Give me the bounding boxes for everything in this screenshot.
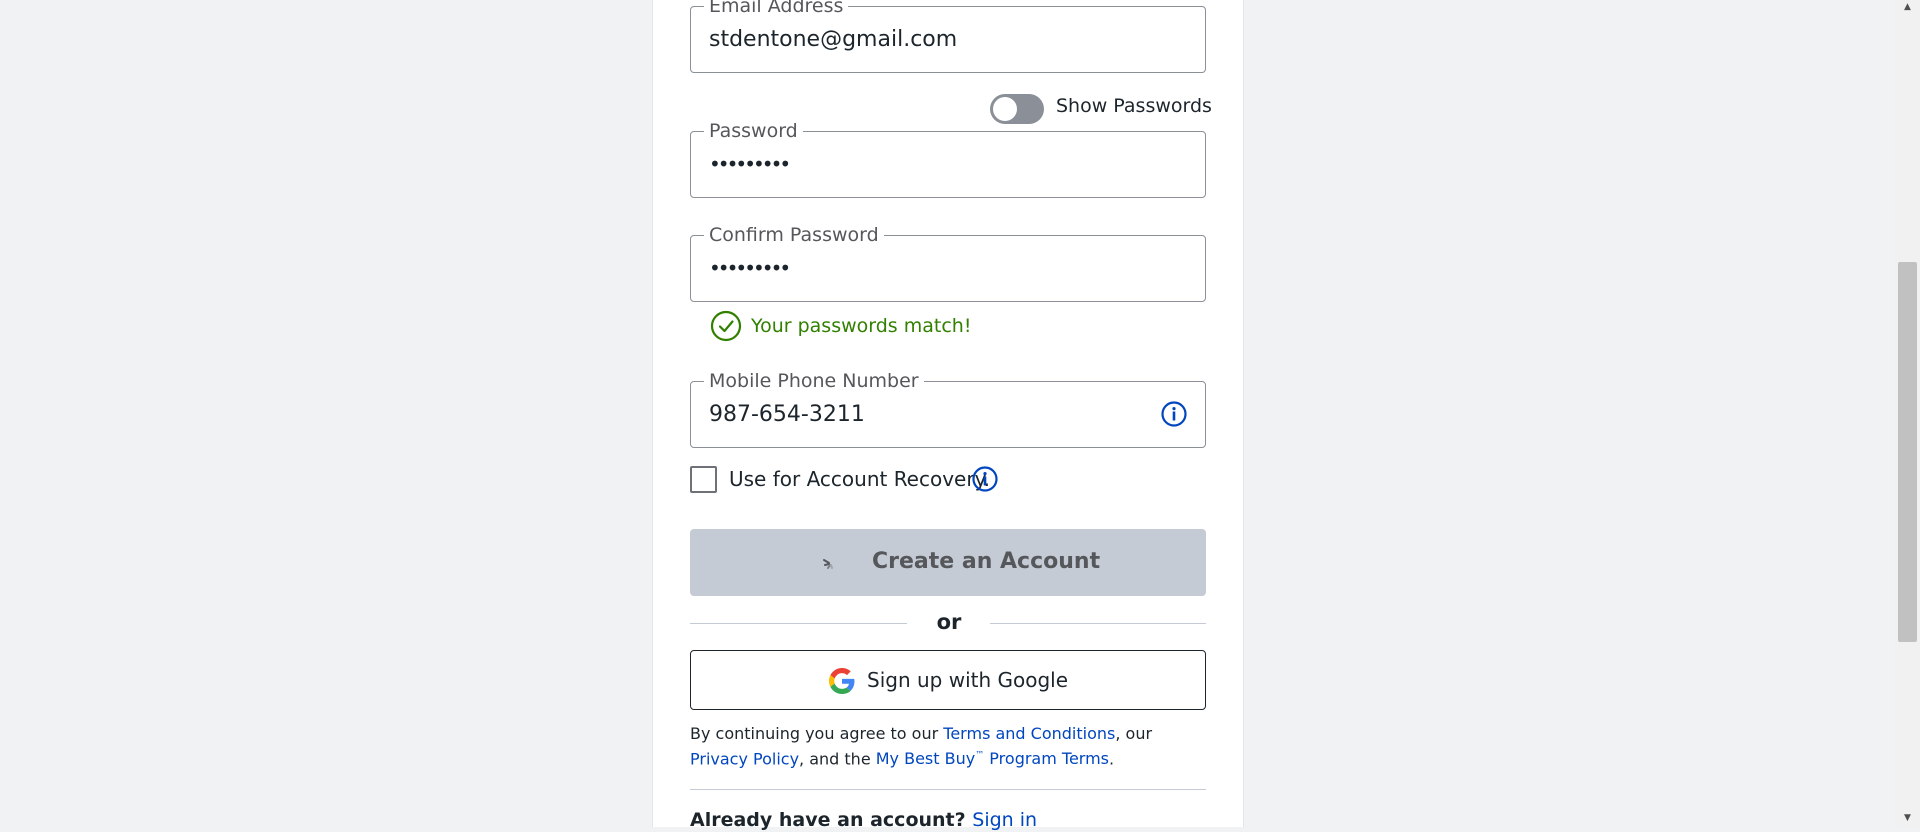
- show-passwords-label: Show Passwords: [1056, 95, 1212, 117]
- sign-up-with-google-button[interactable]: Sign up with Google: [690, 650, 1206, 710]
- terms-mid1: , our: [1115, 724, 1153, 743]
- terms-text: By continuing you agree to our Terms and…: [690, 723, 1210, 770]
- match-text: Your passwords match!: [751, 315, 972, 337]
- info-icon[interactable]: [1161, 401, 1187, 427]
- password-value: •••••••••: [709, 152, 791, 176]
- scrollbar-thumb[interactable]: [1898, 262, 1917, 642]
- email-label: Email Address: [704, 0, 849, 18]
- already-text: Already have an account?: [690, 809, 973, 831]
- info-icon[interactable]: [972, 466, 998, 492]
- confirm-password-value: •••••••••: [709, 256, 791, 280]
- account-recovery-label: Use for Account Recovery.: [729, 467, 990, 491]
- loading-spinner-icon: [823, 559, 833, 569]
- confirm-password-label: Confirm Password: [704, 223, 884, 247]
- google-icon: [829, 668, 855, 694]
- create-account-button[interactable]: Create an Account: [690, 529, 1206, 596]
- program-terms-link[interactable]: My Best Buy™ Program Terms: [876, 749, 1109, 768]
- program-link-pre: My Best Buy: [875, 749, 976, 769]
- terms-suffix: .: [1109, 749, 1115, 769]
- confirm-password-field[interactable]: Confirm Password •••••••••: [690, 223, 1206, 302]
- or-divider-text: or: [936, 610, 962, 634]
- sign-in-link[interactable]: Sign in: [972, 809, 1037, 831]
- toggle-knob: [993, 97, 1017, 121]
- program-link-post: Program Terms: [984, 749, 1110, 769]
- create-account-label: Create an Account: [872, 549, 1101, 574]
- check-circle-icon: [710, 310, 742, 342]
- trademark-mark: ™: [975, 751, 985, 761]
- password-field[interactable]: Password •••••••••: [690, 119, 1206, 198]
- divider-right: [990, 623, 1206, 624]
- terms-and-conditions-link[interactable]: Terms and Conditions: [943, 724, 1115, 743]
- show-passwords-toggle[interactable]: [990, 94, 1044, 124]
- vertical-scrollbar[interactable]: ▲ ▼: [1895, 0, 1920, 827]
- email-field[interactable]: Email Address stdentone@gmail.com: [690, 0, 1206, 73]
- already-have-account: Already have an account? Sign in: [690, 808, 1037, 832]
- terms-prefix: By continuing you agree to our: [690, 724, 944, 743]
- password-label: Password: [704, 119, 803, 143]
- phone-value: 987-654-3211: [709, 402, 865, 427]
- section-divider: [690, 789, 1206, 790]
- divider-left: [690, 623, 907, 624]
- phone-label: Mobile Phone Number: [704, 369, 924, 393]
- terms-mid2: , and the: [799, 749, 876, 769]
- privacy-policy-link[interactable]: Privacy Policy: [690, 749, 799, 768]
- scroll-down-arrow-icon[interactable]: ▼: [1895, 811, 1920, 825]
- email-value: stdentone@gmail.com: [709, 27, 958, 52]
- google-button-label: Sign up with Google: [867, 668, 1069, 692]
- scroll-up-arrow-icon[interactable]: ▲: [1895, 0, 1920, 14]
- account-recovery-checkbox[interactable]: [690, 466, 717, 493]
- phone-field[interactable]: Mobile Phone Number 987-654-3211: [690, 369, 1206, 448]
